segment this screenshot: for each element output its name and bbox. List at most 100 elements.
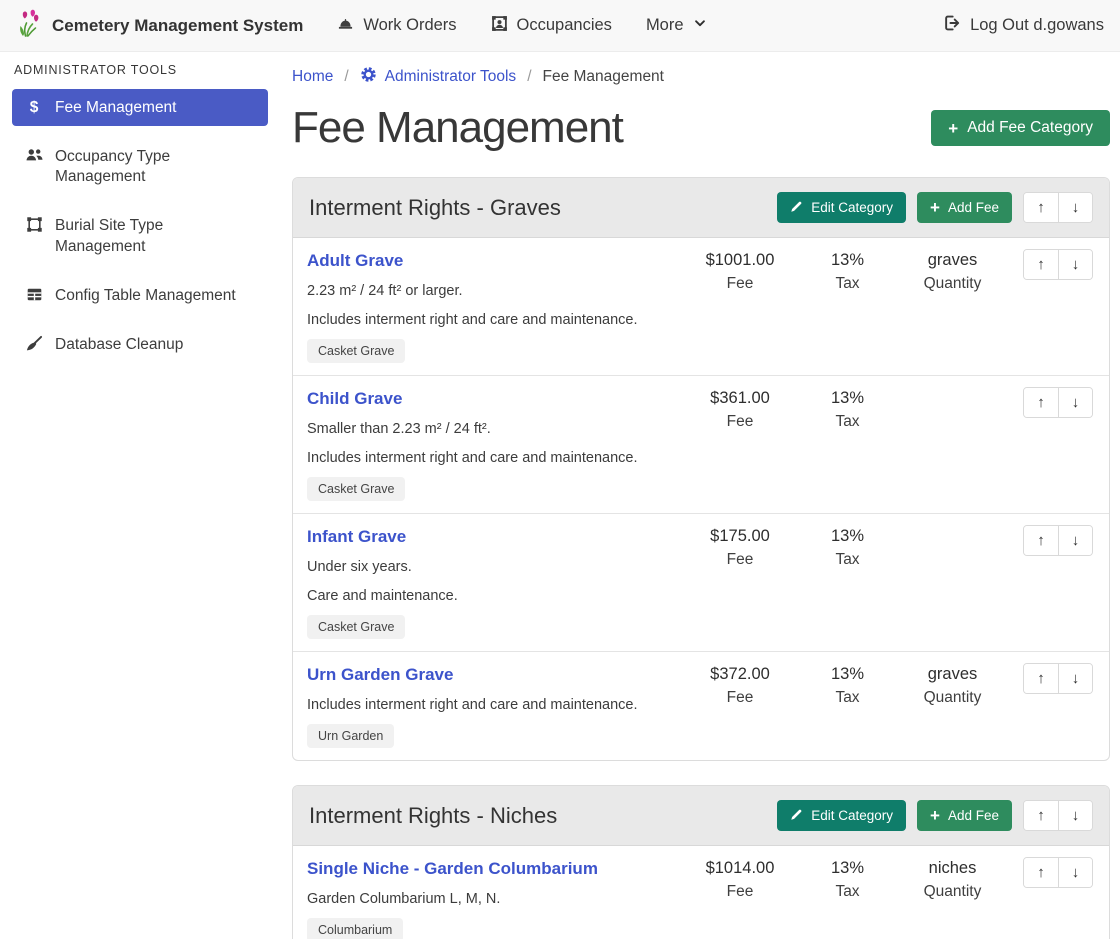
move-fee-up-button[interactable]: ↑	[1024, 388, 1058, 417]
brand-link[interactable]: Cemetery Management System	[16, 9, 303, 42]
breadcrumb-separator: /	[344, 68, 348, 86]
nav-work-orders[interactable]: Work Orders	[337, 15, 456, 37]
logout-icon	[943, 14, 961, 37]
arrow-up-icon: ↑	[1037, 670, 1045, 687]
fee-description: Includes interment right and care and ma…	[307, 696, 685, 715]
fee-item: Single Niche - Garden Columbarium Garden…	[293, 846, 1109, 939]
fee-description: Garden Columbarium L, M, N.	[307, 890, 685, 909]
fee-type-badge: Columbarium	[307, 918, 403, 939]
badge-wrap: Casket Grave	[307, 477, 685, 501]
plus-icon: +	[930, 199, 940, 216]
fee-tax-col: 13% Tax	[795, 387, 900, 431]
add-fee-button[interactable]: + Add Fee	[917, 192, 1012, 223]
table-icon	[24, 286, 44, 303]
fee-category-card: Interment Rights - Niches Edit Category …	[292, 785, 1110, 939]
move-fee-down-button[interactable]: ↓	[1058, 250, 1092, 279]
logout-link[interactable]: Log Out d.gowans	[943, 14, 1104, 37]
broom-icon	[24, 335, 44, 352]
fee-description: 2.23 m² / 24 ft² or larger.	[307, 282, 685, 301]
move-fee-down-button[interactable]: ↓	[1058, 526, 1092, 555]
fee-item: Adult Grave 2.23 m² / 24 ft² or larger.I…	[293, 238, 1109, 375]
fee-tax-label: Tax	[795, 275, 900, 293]
move-fee-down-button[interactable]: ↓	[1058, 858, 1092, 887]
move-category-down-button[interactable]: ↓	[1058, 801, 1092, 830]
fee-quantity-col: niches Quantity	[900, 857, 1005, 901]
fee-name-link[interactable]: Urn Garden Grave	[307, 663, 453, 686]
vector-square-icon	[24, 216, 44, 233]
arrow-down-icon: ↓	[1072, 864, 1080, 881]
move-category-up-button[interactable]: ↑	[1024, 801, 1058, 830]
fee-main: Infant Grave Under six years.Care and ma…	[307, 525, 685, 639]
move-fee-up-button[interactable]: ↑	[1024, 526, 1058, 555]
sidebar-item-config-table-management[interactable]: Config Table Management	[12, 277, 268, 314]
fee-category-card: Interment Rights - Graves Edit Category …	[292, 177, 1110, 761]
navbar: Cemetery Management System Work Orders	[0, 0, 1120, 52]
fee-type-badge: Urn Garden	[307, 724, 394, 748]
categories: Interment Rights - Graves Edit Category …	[292, 177, 1110, 939]
sidebar-item-occupancy-type-management[interactable]: Occupancy Type Management	[12, 138, 268, 195]
fee-name-link[interactable]: Child Grave	[307, 387, 402, 410]
fee-amount-value: $361.00	[685, 387, 795, 410]
fee-description: Care and maintenance.	[307, 587, 685, 606]
fee-descriptions: Under six years.Care and maintenance.	[307, 558, 685, 606]
edit-category-button[interactable]: Edit Category	[777, 800, 906, 831]
category-actions: Edit Category + Add Fee ↑ ↓	[777, 192, 1093, 223]
category-header: Interment Rights - Graves Edit Category …	[293, 178, 1109, 238]
badge-wrap: Casket Grave	[307, 615, 685, 639]
arrow-up-icon: ↑	[1037, 199, 1045, 216]
add-fee-button[interactable]: + Add Fee	[917, 800, 1012, 831]
breadcrumb-home-label: Home	[292, 68, 333, 86]
arrow-down-icon: ↓	[1072, 532, 1080, 549]
page-title: Fee Management	[292, 103, 623, 153]
breadcrumb-admin-tools-link[interactable]: Administrator Tools	[360, 66, 517, 88]
fee-amount-value: $175.00	[685, 525, 795, 548]
sidebar-item-label: Occupancy Type Management	[55, 146, 256, 187]
plus-icon: +	[948, 120, 958, 137]
breadcrumb-home-link[interactable]: Home	[292, 68, 333, 86]
fee-amount-col: $372.00 Fee	[685, 663, 795, 707]
fee-name-link[interactable]: Adult Grave	[307, 249, 403, 272]
arrow-down-icon: ↓	[1072, 394, 1080, 411]
fee-quantity-label: Quantity	[900, 689, 1005, 707]
fee-name-link[interactable]: Infant Grave	[307, 525, 406, 548]
sidebar-item-burial-site-type-management[interactable]: Burial Site Type Management	[12, 207, 268, 264]
sidebar-item-label: Fee Management	[55, 97, 177, 118]
fee-reorder-group: ↑ ↓	[1023, 525, 1093, 556]
fee-amount-label: Fee	[685, 551, 795, 569]
fee-descriptions: Garden Columbarium L, M, N.	[307, 890, 685, 909]
fee-reorder-group: ↑ ↓	[1023, 249, 1093, 280]
nav-more-label: More	[646, 16, 684, 35]
move-fee-up-button[interactable]: ↑	[1024, 858, 1058, 887]
add-fee-category-button[interactable]: + Add Fee Category	[931, 110, 1110, 146]
gear-icon	[360, 66, 377, 88]
move-category-up-button[interactable]: ↑	[1024, 193, 1058, 222]
nav-work-orders-label: Work Orders	[363, 16, 456, 35]
arrow-down-icon: ↓	[1072, 199, 1080, 216]
fee-description: Includes interment right and care and ma…	[307, 449, 685, 468]
move-fee-down-button[interactable]: ↓	[1058, 664, 1092, 693]
fee-tax-label: Tax	[795, 551, 900, 569]
fee-tax-col: 13% Tax	[795, 249, 900, 293]
brand-title: Cemetery Management System	[52, 16, 303, 36]
breadcrumb: Home / Administrator Tools / Fee Managem…	[292, 66, 1110, 88]
sidebar-item-fee-management[interactable]: $ Fee Management	[12, 89, 268, 126]
pencil-icon	[790, 808, 803, 824]
move-fee-down-button[interactable]: ↓	[1058, 388, 1092, 417]
fee-name-link[interactable]: Single Niche - Garden Columbarium	[307, 857, 598, 880]
category-header: Interment Rights - Niches Edit Category …	[293, 786, 1109, 846]
move-category-down-button[interactable]: ↓	[1058, 193, 1092, 222]
arrow-down-icon: ↓	[1072, 807, 1080, 824]
nav-occupancies[interactable]: Occupancies	[491, 15, 612, 37]
add-fee-label: Add Fee	[948, 200, 999, 215]
category-reorder-group: ↑ ↓	[1023, 800, 1093, 831]
category-title: Interment Rights - Graves	[309, 195, 561, 221]
fee-amount-value: $1001.00	[685, 249, 795, 272]
fee-tax-value: 13%	[795, 525, 900, 548]
fee-item: Infant Grave Under six years.Care and ma…	[293, 513, 1109, 651]
dollar-icon: $	[24, 98, 44, 118]
move-fee-up-button[interactable]: ↑	[1024, 664, 1058, 693]
nav-more[interactable]: More	[646, 16, 707, 35]
sidebar-item-database-cleanup[interactable]: Database Cleanup	[12, 326, 268, 363]
edit-category-button[interactable]: Edit Category	[777, 192, 906, 223]
move-fee-up-button[interactable]: ↑	[1024, 250, 1058, 279]
